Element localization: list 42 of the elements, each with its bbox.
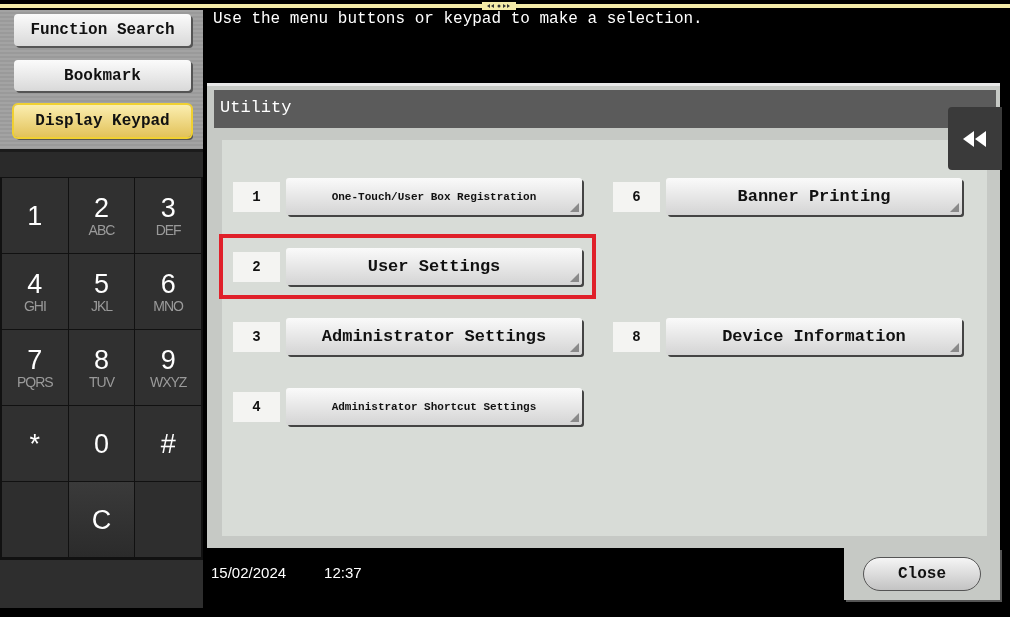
corner-triangle-icon bbox=[950, 203, 959, 212]
handle-icon[interactable] bbox=[482, 2, 516, 10]
menu-button[interactable]: Administrator Settings bbox=[286, 318, 582, 355]
menu-button[interactable]: User Settings bbox=[286, 248, 582, 285]
panel-title: Utility bbox=[214, 90, 996, 128]
keypad-key[interactable]: * bbox=[2, 406, 68, 481]
keypad-key[interactable]: 2 ABC bbox=[68, 178, 135, 253]
side-button[interactable]: Bookmark bbox=[14, 59, 191, 92]
keypad-key[interactable]: 5 JKL bbox=[68, 254, 135, 329]
keypad-key[interactable]: 6 MNO bbox=[135, 254, 201, 329]
keypad-key[interactable]: 9 WXYZ bbox=[135, 330, 201, 405]
collapse-button[interactable] bbox=[948, 107, 1002, 170]
keypad-key[interactable]: 4 GHI bbox=[2, 254, 68, 329]
item-number: 1 bbox=[233, 181, 280, 212]
double-left-arrow-icon bbox=[963, 130, 987, 147]
keypad-key[interactable]: 1 bbox=[2, 178, 68, 253]
clear-key[interactable]: C bbox=[68, 482, 135, 557]
corner-triangle-icon bbox=[950, 343, 959, 352]
close-button[interactable]: Close bbox=[863, 557, 981, 591]
keypad-key[interactable]: 0 bbox=[68, 406, 135, 481]
keypad-key[interactable]: 3 DEF bbox=[135, 178, 201, 253]
keypad-key[interactable]: 7 PQRS bbox=[2, 330, 68, 405]
corner-triangle-icon bbox=[570, 273, 579, 282]
item-number: 8 bbox=[613, 321, 660, 352]
corner-triangle-icon bbox=[570, 413, 579, 422]
keypad-key[interactable]: 8 TUV bbox=[68, 330, 135, 405]
menu-button[interactable]: One-Touch/User Box Registration bbox=[286, 178, 582, 215]
time-text: 12:37 bbox=[324, 564, 362, 581]
item-number: 2 bbox=[233, 251, 280, 282]
date-text: 15/02/2024 bbox=[211, 564, 287, 581]
menu-button[interactable]: Administrator Shortcut Settings bbox=[286, 388, 582, 425]
item-number: 6 bbox=[613, 181, 660, 212]
side-button[interactable]: Function Search bbox=[14, 14, 191, 46]
keypad-key[interactable]: # bbox=[135, 406, 201, 481]
item-number: 3 bbox=[233, 321, 280, 352]
item-number: 4 bbox=[233, 391, 280, 422]
side-button[interactable]: Display Keypad bbox=[14, 105, 191, 137]
instruction-text: Use the menu buttons or keypad to make a selection. bbox=[213, 10, 703, 28]
menu-button[interactable]: Banner Printing bbox=[666, 178, 962, 215]
corner-triangle-icon bbox=[570, 203, 579, 212]
corner-triangle-icon bbox=[570, 343, 579, 352]
menu-button[interactable]: Device Information bbox=[666, 318, 962, 355]
